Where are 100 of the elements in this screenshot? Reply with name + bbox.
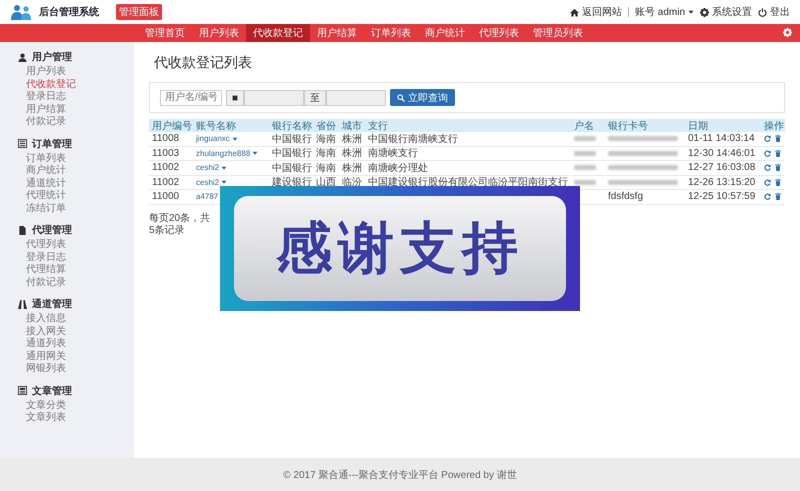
file-icon [18,226,27,234]
table-cell: 11000 [149,190,193,204]
document-icon [18,386,27,395]
caret-icon [221,164,228,171]
header-link[interactable]: 登出 [758,5,790,19]
page-title: 代收款登记列表 [154,54,253,72]
user-icon [18,52,27,62]
sidebar-item[interactable]: 接入信息 [26,313,134,326]
nav-tab[interactable]: 商户统计 [418,24,472,42]
list-icon [18,139,27,148]
column-header: 支行 [365,119,571,132]
table-cell: 中国银行 [269,146,313,161]
column-header: 户名 [571,119,605,132]
date-field[interactable] [244,90,304,106]
sidebar-item[interactable]: 登录日志 [26,91,134,104]
nav-tab[interactable]: 订单列表 [364,24,418,42]
sidebar-item[interactable]: 接入网关 [26,326,134,338]
table-cell: 海南 [313,146,339,161]
trash-icon[interactable] [775,178,781,186]
header-link[interactable]: 系统设置 [700,5,752,19]
nav-tab[interactable]: 用户结算 [310,24,364,42]
settings-icon [700,8,709,16]
sidebar-item[interactable]: 付款记录 [26,116,134,128]
caret-icon [232,136,238,142]
table-cell: 11003 [149,146,193,161]
trash-icon[interactable] [775,164,781,172]
account-link[interactable]: a4787 [196,192,218,202]
nav-tab[interactable]: 代收款登记 [246,24,310,42]
settings-icon [783,28,792,37]
calendar-icon [232,94,238,100]
account-link[interactable]: ceshi2 [196,178,220,187]
table-cell: 株洲 [339,161,365,176]
nav-tab[interactable]: 代理列表 [472,24,526,42]
table-cell: 11002 [149,161,193,176]
app-title: 后台管理系统 [39,6,99,19]
footer-text: © 2017 聚合通---聚合支付专业平台 Powered by 谢世 [0,458,800,491]
column-header: 银行卡号 [605,119,685,132]
column-header: 日期 [685,119,761,132]
account-link[interactable]: jinguanxc [196,134,230,144]
caret-icon [252,150,258,156]
caret-icon [688,9,694,15]
sidebar-item[interactable]: 代理列表 [26,239,134,252]
card-number: fdsfdsfg [608,191,644,202]
home-icon [570,8,579,16]
sidebar-item[interactable]: 通用网关 [26,350,134,363]
table-cell: 海南 [313,132,339,146]
logo-icon [10,4,34,20]
sidebar-group-title: 通道管理 [32,298,72,311]
sidebar-item[interactable]: 冻结订单 [26,202,134,215]
sidebar-item[interactable]: 网银列表 [26,363,134,376]
table-cell: 中国银行 [269,132,313,146]
table-cell: 中国银行南塘峡支行 [365,132,571,146]
sidebar-item[interactable]: 付款记录 [26,276,134,289]
column-header: 用户编号 [149,119,193,132]
nav-tab[interactable]: 用户列表 [192,24,246,42]
trash-icon[interactable] [775,193,781,200]
column-header: 省份 [313,119,339,132]
table-cell: 01-11 14:03:14 [685,132,761,146]
sidebar-item[interactable]: 用户结算 [26,104,134,116]
column-header: 账号名称 [193,119,269,132]
table-cell: 中国银行 [269,161,313,176]
sidebar-group-title: 用户管理 [32,50,72,64]
sidebar-item[interactable]: 通道列表 [26,338,134,350]
range-separator: 至 [310,92,320,104]
sidebar-item[interactable]: 代收款登记 [26,78,134,91]
column-header: 城市 [339,119,365,132]
sidebar-item[interactable]: 代理结算 [26,264,134,276]
table-cell: 南塘峡分理处 [365,161,571,176]
nav-tab[interactable]: 管理首页 [138,24,192,42]
account-menu[interactable]: 账号 admin [634,5,694,19]
sidebar-item[interactable]: 文章分类 [26,400,134,412]
sidebar-group-title: 订单管理 [32,138,72,150]
trash-icon[interactable] [775,135,781,142]
account-link[interactable]: ceshi2 [196,163,220,172]
sidebar-item[interactable]: 商户统计 [26,165,134,178]
trash-icon[interactable] [775,150,781,157]
user-field[interactable]: 用户名/编号 [160,90,222,106]
nav-tab[interactable]: 管理员列表 [526,24,590,42]
panel-badge: 管理面板 [116,4,162,20]
table-cell: 12-25 10:57:59 [685,190,761,204]
table-cell: 12-26 13:15:20 [685,176,761,190]
sidebar-item[interactable]: 登录日志 [26,252,134,264]
sidebar-item[interactable]: 代理统计 [26,190,134,202]
banner-text: 感谢支持 [276,214,524,282]
account-link[interactable]: zhulangzhe888 [196,148,250,158]
header-link[interactable]: 返回网站 [570,5,622,19]
table-cell: 南塘峡支行 [365,146,571,161]
search-button[interactable]: 立即查询 [390,89,455,106]
logout-icon [758,8,767,16]
sidebar-item[interactable]: 通道统计 [26,178,134,190]
sidebar-item[interactable]: 用户列表 [26,66,134,78]
sidebar-group-title: 代理管理 [32,224,72,237]
column-header: 银行名称 [269,119,313,132]
table-cell: 12-30 14:46:01 [685,146,761,161]
sidebar-item[interactable]: 文章列表 [26,412,134,424]
sidebar-item[interactable]: 订单列表 [26,152,134,165]
table-cell: 株洲 [339,132,365,146]
table-cell: 海南 [313,161,339,176]
date-field[interactable] [326,90,386,106]
table-cell: 11008 [149,132,193,146]
